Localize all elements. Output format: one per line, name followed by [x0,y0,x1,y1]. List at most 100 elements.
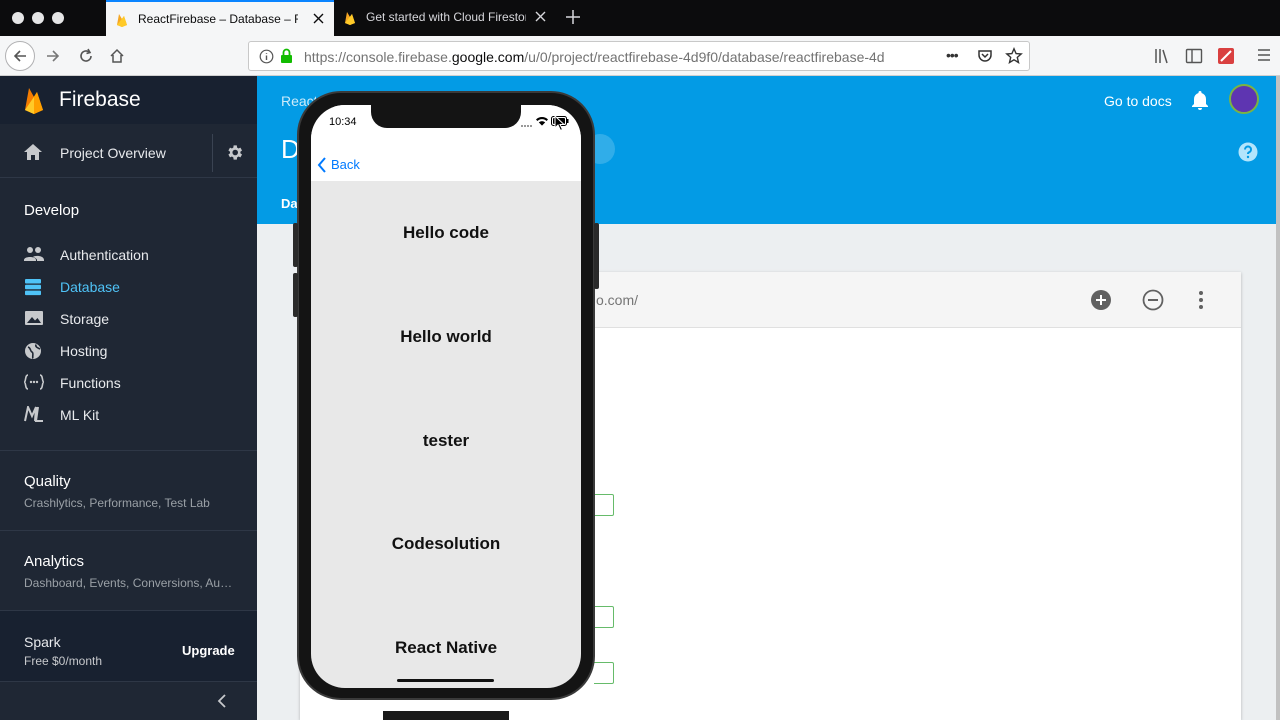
iphone-simulator: 10:34 Back Hello code Hello world tester [293,91,599,700]
partial-node-button[interactable] [594,662,614,684]
quality-title: Quality [24,473,71,490]
phone-screen: 10:34 Back Hello code Hello world tester [311,105,581,688]
analytics-subtitle: Dashboard, Events, Conversions, Au… [24,576,233,590]
wifi-icon [536,116,548,126]
collapse-sidebar-icon[interactable] [216,694,228,708]
partial-node-button[interactable] [594,606,614,628]
sidebar-item-label: Functions [60,375,121,391]
volume-up-button[interactable] [293,223,298,267]
tab-title: ReactFirebase – Database – Fire [138,12,298,26]
browser-tab-bar: ReactFirebase – Database – Fire Get star… [0,0,1280,36]
list-item[interactable]: Hello world [311,327,581,347]
status-time: 10:34 [329,116,357,128]
ios-back-button[interactable]: Back [331,157,360,172]
brand-header[interactable]: Firebase [0,76,257,124]
analytics-title: Analytics [24,553,85,570]
sidebar-item-label: ML Kit [60,407,100,423]
side-power-button[interactable] [594,223,599,289]
mlkit-icon [24,406,44,422]
brand-name: Firebase [59,88,141,111]
bell-icon[interactable] [1191,90,1209,110]
divider [212,134,213,172]
upgrade-button[interactable]: Upgrade [182,643,235,658]
list-item[interactable]: Hello code [311,223,581,243]
home-indicator[interactable] [397,679,494,682]
close-tab-icon[interactable] [313,13,324,24]
zoom-window-button[interactable] [52,12,64,24]
browser-forward-button[interactable] [39,42,67,70]
library-icon[interactable] [1153,47,1171,65]
sidebar-item-label: Authentication [60,247,149,263]
pocket-icon[interactable] [977,48,993,64]
list-item[interactable]: React Native [311,638,581,658]
more-vert-icon[interactable] [1198,289,1204,311]
arrow-left-icon [13,50,26,62]
home-button[interactable] [103,42,131,70]
plan-price: Free $0/month [24,654,103,668]
plan-panel: Spark Free $0/month Upgrade [0,611,257,681]
reload-icon [80,48,92,62]
gear-icon[interactable] [225,143,244,162]
tab-title: Get started with Cloud Firestore [366,10,526,24]
list-item[interactable]: tester [311,431,581,451]
tab-data[interactable]: Da [281,196,298,211]
tab-cloud-firestore[interactable]: Get started with Cloud Firestore [334,0,556,36]
list-item[interactable]: Codesolution [311,534,581,554]
extension-icon[interactable] [1217,47,1235,65]
database-url[interactable]: o.com/ [596,292,638,308]
database-icon [24,278,42,296]
firebase-sidebar: Firebase Project Overview Develop Authen… [0,76,257,720]
browser-back-button[interactable] [5,41,35,71]
ios-nav-bar: Back [311,149,581,181]
sidebar-item-hosting[interactable]: Hosting [0,335,257,367]
url-bar[interactable]: https://console.firebase.google.com/u/0/… [248,41,1030,71]
info-icon[interactable] [259,49,274,64]
help-icon[interactable] [1238,142,1258,162]
sidebar-item-label: Database [60,279,120,295]
quality-subtitle: Crashlytics, Performance, Test Lab [24,496,210,510]
sidebar-item-ml-kit[interactable]: ML Kit [0,399,257,431]
phone-notch [371,105,521,128]
people-icon [24,246,44,262]
sidebar-item-functions[interactable]: Functions [0,367,257,399]
remove-child-icon[interactable] [1142,289,1164,311]
arrow-right-icon [47,50,60,62]
tab-reactfirebase-database[interactable]: ReactFirebase – Database – Fire [106,0,334,36]
volume-down-button[interactable] [293,273,298,317]
project-overview-link[interactable]: Project Overview [60,145,166,161]
go-to-docs-link[interactable]: Go to docs [1104,93,1172,109]
image-icon [24,310,44,326]
browser-nav-bar: https://console.firebase.google.com/u/0/… [0,36,1280,76]
page-actions-icon[interactable]: ••• [946,47,959,63]
new-tab-icon[interactable] [564,8,582,26]
simulator-window-edge [383,711,509,720]
firebase-flame-icon [116,13,128,27]
home-icon [110,48,124,63]
close-tab-icon[interactable] [535,11,546,22]
functions-icon [24,374,44,390]
ios-status-bar: 10:34 [311,105,581,149]
chevron-left-icon[interactable] [317,157,327,173]
bookmark-star-icon[interactable] [1005,47,1023,65]
globe-icon [24,342,42,360]
sidebar-item-label: Storage [60,311,110,327]
sidebar-item-database[interactable]: Database [0,271,257,303]
partial-node-button[interactable] [594,494,614,516]
lock-icon [280,48,293,64]
project-overview-row[interactable]: Project Overview [0,128,257,178]
mouse-cursor-icon [554,115,566,132]
menu-hamburger-icon[interactable] [1256,47,1272,63]
develop-section-title: Develop [24,202,80,219]
quality-section[interactable]: Quality Crashlytics, Performance, Test L… [0,451,257,530]
close-window-button[interactable] [12,12,24,24]
minimize-window-button[interactable] [32,12,44,24]
analytics-section[interactable]: Analytics Dashboard, Events, Conversions… [0,531,257,610]
add-child-icon[interactable] [1090,289,1112,311]
reload-button[interactable] [72,42,100,70]
avatar[interactable] [1229,84,1259,114]
sidebar-item-authentication[interactable]: Authentication [0,239,257,271]
url-text[interactable]: https://console.firebase.google.com/u/0/… [304,49,916,65]
page-scrollbar[interactable] [1276,76,1280,720]
sidebar-toggle-icon[interactable] [1185,47,1203,65]
sidebar-item-storage[interactable]: Storage [0,303,257,335]
